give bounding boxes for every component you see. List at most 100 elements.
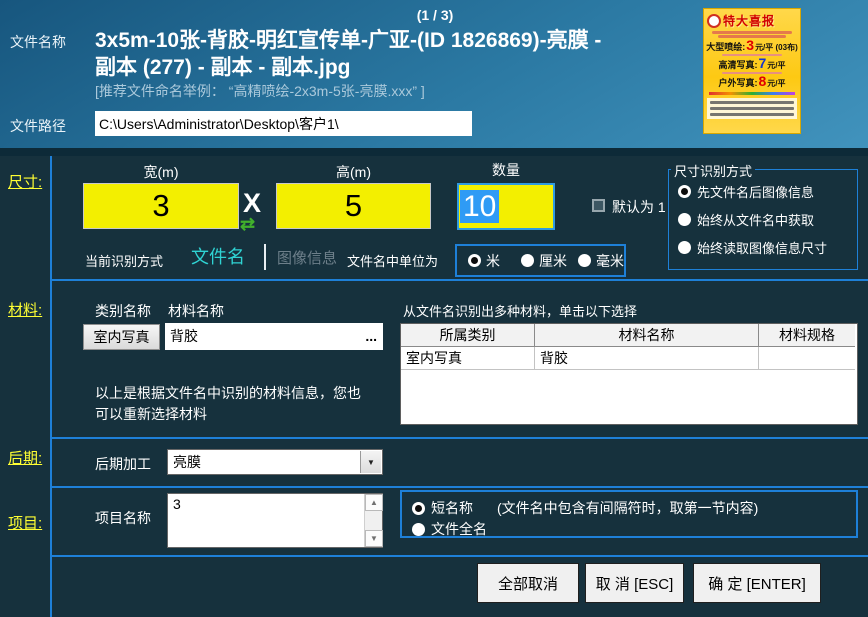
ad-price-value: 3 bbox=[745, 40, 755, 50]
ad-contact-bar bbox=[710, 113, 794, 116]
radio-option-meter[interactable]: 米 bbox=[468, 251, 500, 271]
ad-fineprint-bar bbox=[718, 35, 786, 38]
unit-prefix-label: 文件名中单位为 bbox=[347, 251, 438, 270]
quantity-selected-text: 10 bbox=[460, 190, 499, 223]
row-cell-category: 室内写真 bbox=[401, 347, 535, 370]
cancel-all-button[interactable]: 全部取消 bbox=[477, 563, 579, 603]
radio-icon bbox=[521, 254, 534, 267]
ad-price-label: 户外写真: bbox=[718, 76, 757, 89]
row-cell-name: 背胶 bbox=[535, 347, 759, 370]
ok-button[interactable]: 确 定 [ENTER] bbox=[693, 563, 821, 603]
height-input[interactable]: 5 bbox=[276, 183, 431, 229]
material-name-label: 材料名称 bbox=[168, 301, 224, 321]
category-label: 类别名称 bbox=[95, 301, 151, 321]
project-name-value: 3 bbox=[173, 496, 181, 512]
radio-icon bbox=[678, 213, 691, 226]
ad-fineprint-bar bbox=[722, 54, 782, 56]
radio-label: 始终读取图像信息尺寸 bbox=[697, 238, 827, 257]
height-label: 高(m) bbox=[276, 162, 431, 182]
dropdown-arrow-icon[interactable]: ▼ bbox=[360, 451, 381, 473]
short-name-hint: (文件名中包含有间隔符时，取第一节内容) bbox=[497, 498, 758, 518]
ad-contact-block bbox=[707, 98, 797, 119]
ad-contact-bar bbox=[710, 101, 794, 104]
section-label-project: 项目: bbox=[8, 512, 42, 533]
ad-price-unit: 元/平 bbox=[767, 60, 785, 71]
ad-title: 特大喜报 bbox=[723, 12, 775, 29]
radio-label: 先文件名后图像信息 bbox=[697, 182, 814, 201]
ad-price-unit: 元/平 (03布) bbox=[755, 42, 798, 53]
ad-price-label: 高清写真: bbox=[718, 58, 757, 71]
default-quantity-checkbox[interactable] bbox=[592, 199, 605, 212]
radio-label: 厘米 bbox=[539, 251, 567, 271]
radio-option-centimeter[interactable]: 厘米 bbox=[521, 251, 567, 271]
radio-label: 文件全名 bbox=[431, 519, 487, 539]
radio-option-filename-first[interactable]: 先文件名后图像信息 bbox=[678, 182, 814, 201]
ad-poster: 特大喜报 大型喷绘: 3 元/平 (03布) 高清写真: 7 元/平 户外写真:… bbox=[703, 8, 801, 134]
ad-price-unit: 元/平 bbox=[767, 78, 785, 89]
ad-price-line: 户外写真: 8 元/平 bbox=[704, 76, 800, 89]
radio-label: 毫米 bbox=[596, 251, 624, 271]
file-path-label: 文件路径 bbox=[10, 116, 66, 136]
method-separator bbox=[264, 244, 266, 270]
section-label-postprocess: 后期: bbox=[8, 447, 42, 468]
postprocess-value: 亮膜 bbox=[168, 450, 382, 474]
name-mode-radio-group: 短名称 (文件名中包含有间隔符时，取第一节内容) 文件全名 bbox=[400, 490, 858, 538]
postprocess-label: 后期加工 bbox=[95, 454, 151, 474]
naming-hint: [推荐文件命名举例： “高精喷绘-2x3m-5张-亮膜.xxx” ] bbox=[95, 81, 425, 101]
column-header-category[interactable]: 所属类别 bbox=[401, 324, 535, 347]
radio-icon bbox=[412, 523, 425, 536]
category-button[interactable]: 室内写真 bbox=[83, 324, 160, 350]
section-label-size: 尺寸: bbox=[8, 171, 42, 192]
section-divider bbox=[52, 555, 868, 557]
width-label: 宽(m) bbox=[83, 162, 239, 182]
file-name-line2: 副本 (277) - 副本 - 副本.jpg bbox=[95, 51, 351, 81]
file-info-dialog: (1 / 3) 文件名称 3x5m-10张-背胶-明红宣传单-广亚-(ID 18… bbox=[0, 0, 868, 617]
width-input[interactable]: 3 bbox=[83, 183, 239, 229]
ad-logo-icon bbox=[707, 14, 721, 28]
quantity-input[interactable]: 10 bbox=[457, 183, 555, 230]
textarea-scrollbar[interactable]: ▲ ▼ bbox=[364, 494, 382, 547]
ad-rainbow-bar bbox=[709, 92, 795, 95]
section-label-material: 材料: bbox=[8, 299, 42, 320]
radio-icon bbox=[412, 502, 425, 515]
scroll-up-icon[interactable]: ▲ bbox=[365, 494, 383, 511]
section-divider bbox=[52, 437, 868, 439]
radio-option-short-name[interactable]: 短名称 (文件名中包含有间隔符时，取第一节内容) bbox=[412, 498, 758, 518]
file-name-line1: 3x5m-10张-背胶-明红宣传单-广亚-(ID 1826869)-亮膜 - bbox=[95, 24, 601, 54]
project-name-label: 项目名称 bbox=[95, 508, 151, 528]
ad-fineprint-bar bbox=[722, 72, 782, 74]
size-recognition-groupbox: 尺寸识别方式 先文件名后图像信息 始终从文件名中获取 始终读取图像信息尺寸 bbox=[668, 169, 858, 270]
radio-option-millimeter[interactable]: 毫米 bbox=[578, 251, 624, 271]
swap-dimensions-icon[interactable]: ⇄ bbox=[240, 214, 255, 235]
file-path-input[interactable] bbox=[95, 111, 472, 136]
header-banner: (1 / 3) 文件名称 3x5m-10张-背胶-明红宣传单-广亚-(ID 18… bbox=[0, 0, 868, 148]
radio-option-always-image[interactable]: 始终读取图像信息尺寸 bbox=[678, 238, 827, 257]
size-recognition-title: 尺寸识别方式 bbox=[671, 161, 755, 180]
header-divider bbox=[0, 148, 868, 156]
material-note: 以上是根据文件名中识别的材料信息，您也 可以重新选择材料 bbox=[95, 383, 361, 425]
file-name-label: 文件名称 bbox=[10, 32, 66, 52]
radio-option-full-name[interactable]: 文件全名 bbox=[412, 519, 487, 539]
radio-icon bbox=[468, 254, 481, 267]
cancel-button[interactable]: 取 消 [ESC] bbox=[585, 563, 684, 603]
radio-label: 米 bbox=[486, 251, 500, 271]
material-note-line2: 可以重新选择材料 bbox=[95, 404, 361, 425]
material-table-row[interactable]: 室内写真 背胶 bbox=[401, 347, 857, 370]
radio-option-always-filename[interactable]: 始终从文件名中获取 bbox=[678, 210, 814, 229]
postprocess-dropdown[interactable]: 亮膜 ▼ bbox=[167, 449, 383, 475]
project-name-textarea[interactable]: 3 ▲ ▼ bbox=[167, 493, 383, 548]
column-header-spec[interactable]: 材料规格 bbox=[759, 324, 855, 347]
radio-icon bbox=[578, 254, 591, 267]
material-name-input[interactable]: 背胶 ... bbox=[165, 323, 383, 350]
radio-label: 始终从文件名中获取 bbox=[697, 210, 814, 229]
default-quantity-label: 默认为 1 bbox=[612, 197, 666, 217]
method-image-info-tab[interactable]: 图像信息 bbox=[277, 247, 337, 268]
section-divider bbox=[52, 279, 868, 281]
scroll-down-icon[interactable]: ▼ bbox=[365, 530, 383, 547]
row-cell-spec bbox=[759, 347, 855, 370]
file-counter: (1 / 3) bbox=[375, 7, 495, 23]
method-filename-tab[interactable]: 文件名 bbox=[191, 243, 245, 269]
current-method-label: 当前识别方式 bbox=[85, 251, 163, 270]
browse-dots-icon[interactable]: ... bbox=[365, 323, 377, 349]
column-header-name[interactable]: 材料名称 bbox=[535, 324, 759, 347]
